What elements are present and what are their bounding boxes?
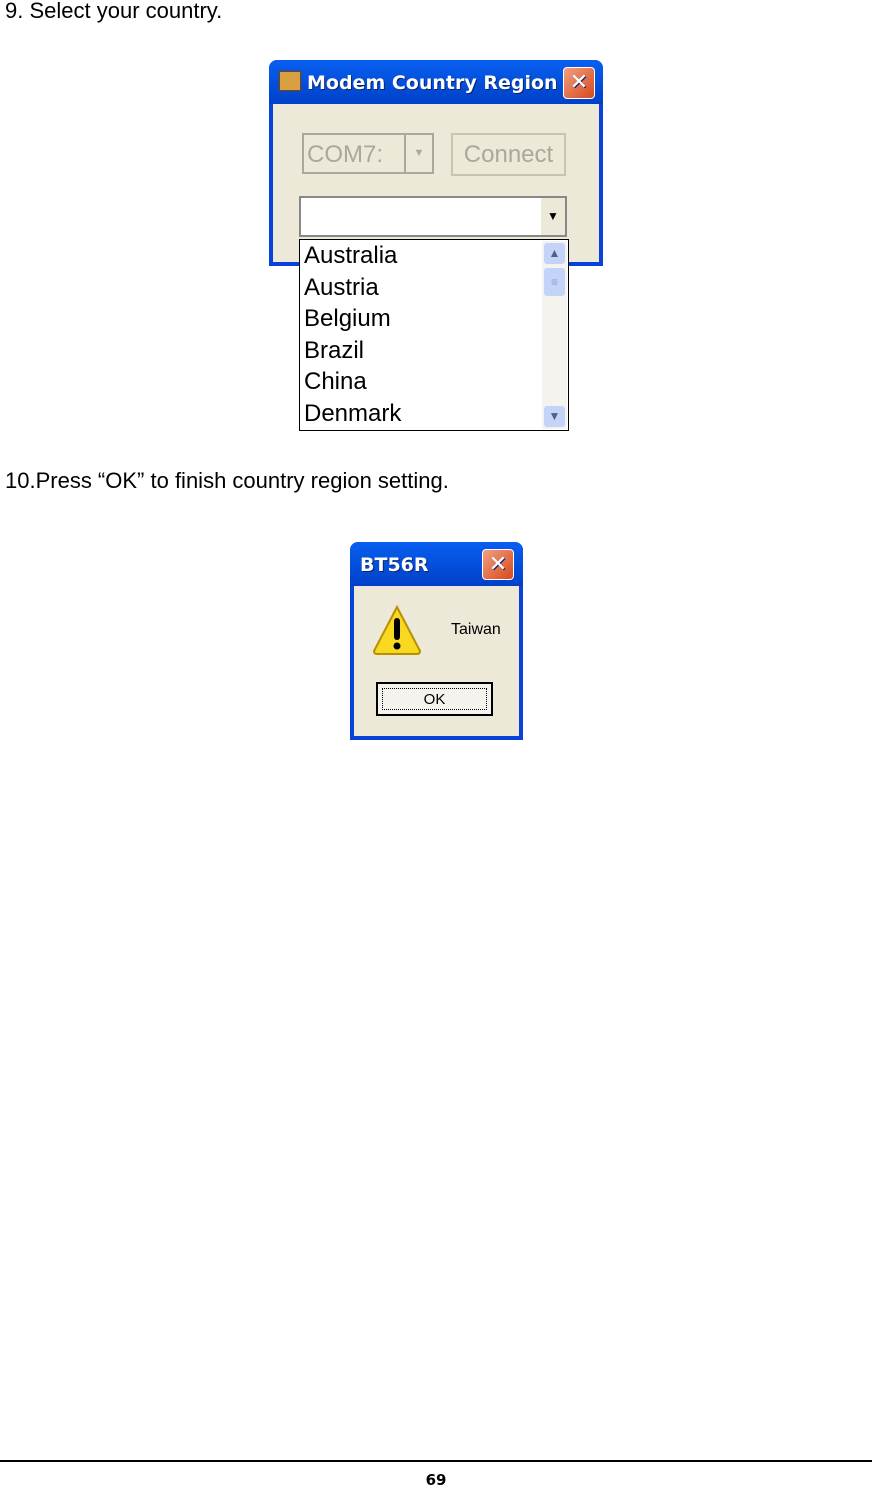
port-value: COM7: (307, 141, 384, 168)
country-select[interactable]: ▼ (299, 196, 567, 237)
title-bar: BT56R ✕ (350, 542, 523, 586)
country-option[interactable]: Denmark (304, 400, 401, 428)
country-option[interactable]: Belgium (304, 305, 391, 333)
step-9-text: 9. Select your country. (5, 0, 223, 23)
connect-button[interactable]: Connect (451, 133, 566, 176)
country-option[interactable]: Brazil (304, 337, 364, 365)
chevron-down-icon[interactable]: ▼ (404, 135, 432, 172)
port-select[interactable]: COM7: ▼ (302, 133, 434, 174)
ok-button[interactable]: OK (376, 682, 493, 716)
scroll-down-icon[interactable]: ▼ (544, 406, 565, 427)
scroll-thumb[interactable]: ≡ (544, 268, 565, 296)
message-text: Taiwan (451, 621, 501, 638)
country-option[interactable]: China (304, 368, 367, 396)
country-option[interactable]: Austria (304, 274, 379, 302)
chevron-down-icon[interactable]: ▼ (541, 198, 565, 235)
title-bar: Modem Country Region ✕ (269, 60, 603, 104)
step-10-text: 10.Press “OK” to finish country region s… (5, 468, 449, 493)
scroll-up-icon[interactable]: ▲ (544, 243, 565, 264)
app-icon (279, 71, 301, 91)
page-number: 69 (425, 1471, 447, 1489)
warning-icon (372, 604, 422, 655)
country-option[interactable]: Australia (304, 242, 397, 270)
dialog-title: BT56R (360, 554, 429, 576)
footer-divider (0, 1460, 872, 1462)
ok-label: OK (382, 688, 487, 710)
message-box: BT56R ✕ Taiwan OK (350, 542, 523, 740)
close-button[interactable]: ✕ (482, 549, 514, 580)
scrollbar[interactable]: ▲ ≡ ▼ (542, 241, 567, 429)
close-button[interactable]: ✕ (563, 67, 595, 99)
country-dropdown-list[interactable]: Australia Austria Belgium Brazil China Denmar… (299, 239, 569, 431)
dialog-title: Modem Country Region (307, 72, 558, 94)
modem-country-region-dialog: Modem Country Region ✕ COM7: ▼ Connect ▼ (269, 60, 603, 266)
